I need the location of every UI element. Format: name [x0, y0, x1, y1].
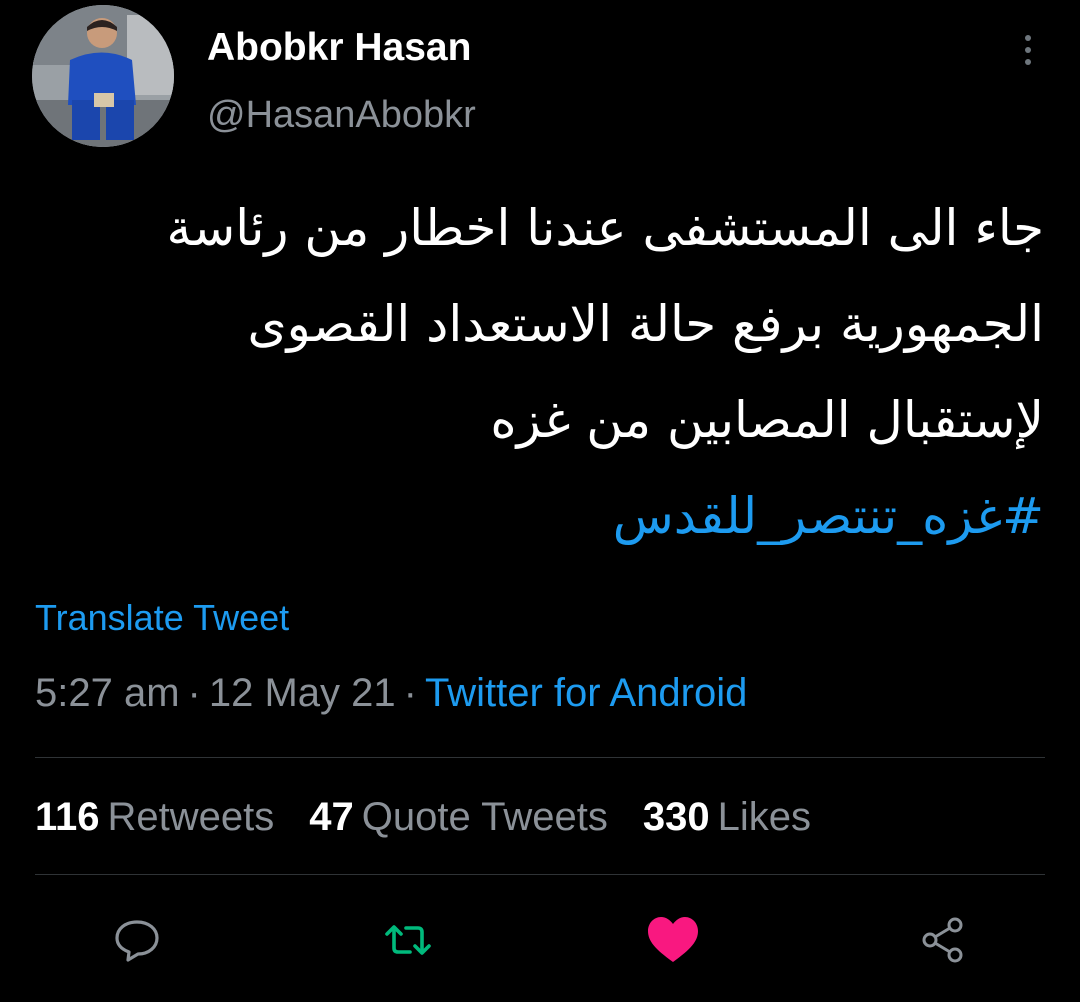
translate-tweet-link[interactable]: Translate Tweet — [35, 597, 289, 639]
quote-tweets-stat[interactable]: 47 Quote Tweets — [309, 795, 608, 840]
more-vertical-icon — [1025, 35, 1031, 41]
reply-button[interactable] — [107, 910, 167, 970]
retweets-stat[interactable]: 116 Retweets — [35, 795, 274, 840]
hashtag-link[interactable]: #غزه_تنتصر_للقدس — [613, 468, 1044, 564]
more-options-button[interactable] — [1008, 28, 1048, 72]
retweets-count: 116 — [35, 795, 100, 839]
quote-tweets-label: Quote Tweets — [361, 795, 608, 839]
tweet-time[interactable]: 5:27 am — [35, 671, 180, 715]
retweet-icon — [385, 925, 431, 955]
tweet-date[interactable]: 12 May 21 — [209, 671, 396, 715]
avatar-photo — [32, 5, 174, 147]
tweet-actions-bar — [0, 910, 1080, 970]
author-handle[interactable]: @HasanAbobkr — [207, 94, 476, 137]
share-icon — [922, 917, 963, 963]
tweet-detail: Abobkr Hasan @HasanAbobkr جاء الى المستش… — [0, 0, 1080, 1002]
meta-separator: · — [187, 671, 201, 715]
avatar[interactable] — [32, 5, 174, 147]
share-button[interactable] — [913, 910, 973, 970]
divider — [35, 874, 1045, 875]
more-vertical-icon-dot — [1025, 59, 1031, 65]
retweet-button[interactable] — [378, 910, 438, 970]
divider — [35, 757, 1045, 758]
retweets-label: Retweets — [107, 795, 275, 839]
likes-count: 330 — [642, 795, 710, 839]
tweet-source-link[interactable]: Twitter for Android — [425, 671, 747, 715]
like-button[interactable] — [643, 910, 703, 970]
quote-tweets-count: 47 — [309, 795, 354, 839]
reply-icon — [115, 920, 159, 962]
tweet-meta: 5:27 am · 12 May 21 · Twitter for Android — [35, 671, 747, 716]
meta-separator: · — [403, 671, 417, 715]
likes-label: Likes — [717, 795, 811, 839]
tweet-stats: 116 Retweets 47 Quote Tweets 330 Likes — [35, 795, 811, 840]
heart-icon — [648, 917, 698, 962]
likes-stat[interactable]: 330 Likes — [643, 795, 811, 840]
author-display-name[interactable]: Abobkr Hasan — [207, 26, 471, 70]
more-vertical-icon-dot — [1025, 47, 1031, 53]
tweet-text: جاء الى المستشفى عندنا اخطار من رئاسة ال… — [166, 199, 1044, 449]
